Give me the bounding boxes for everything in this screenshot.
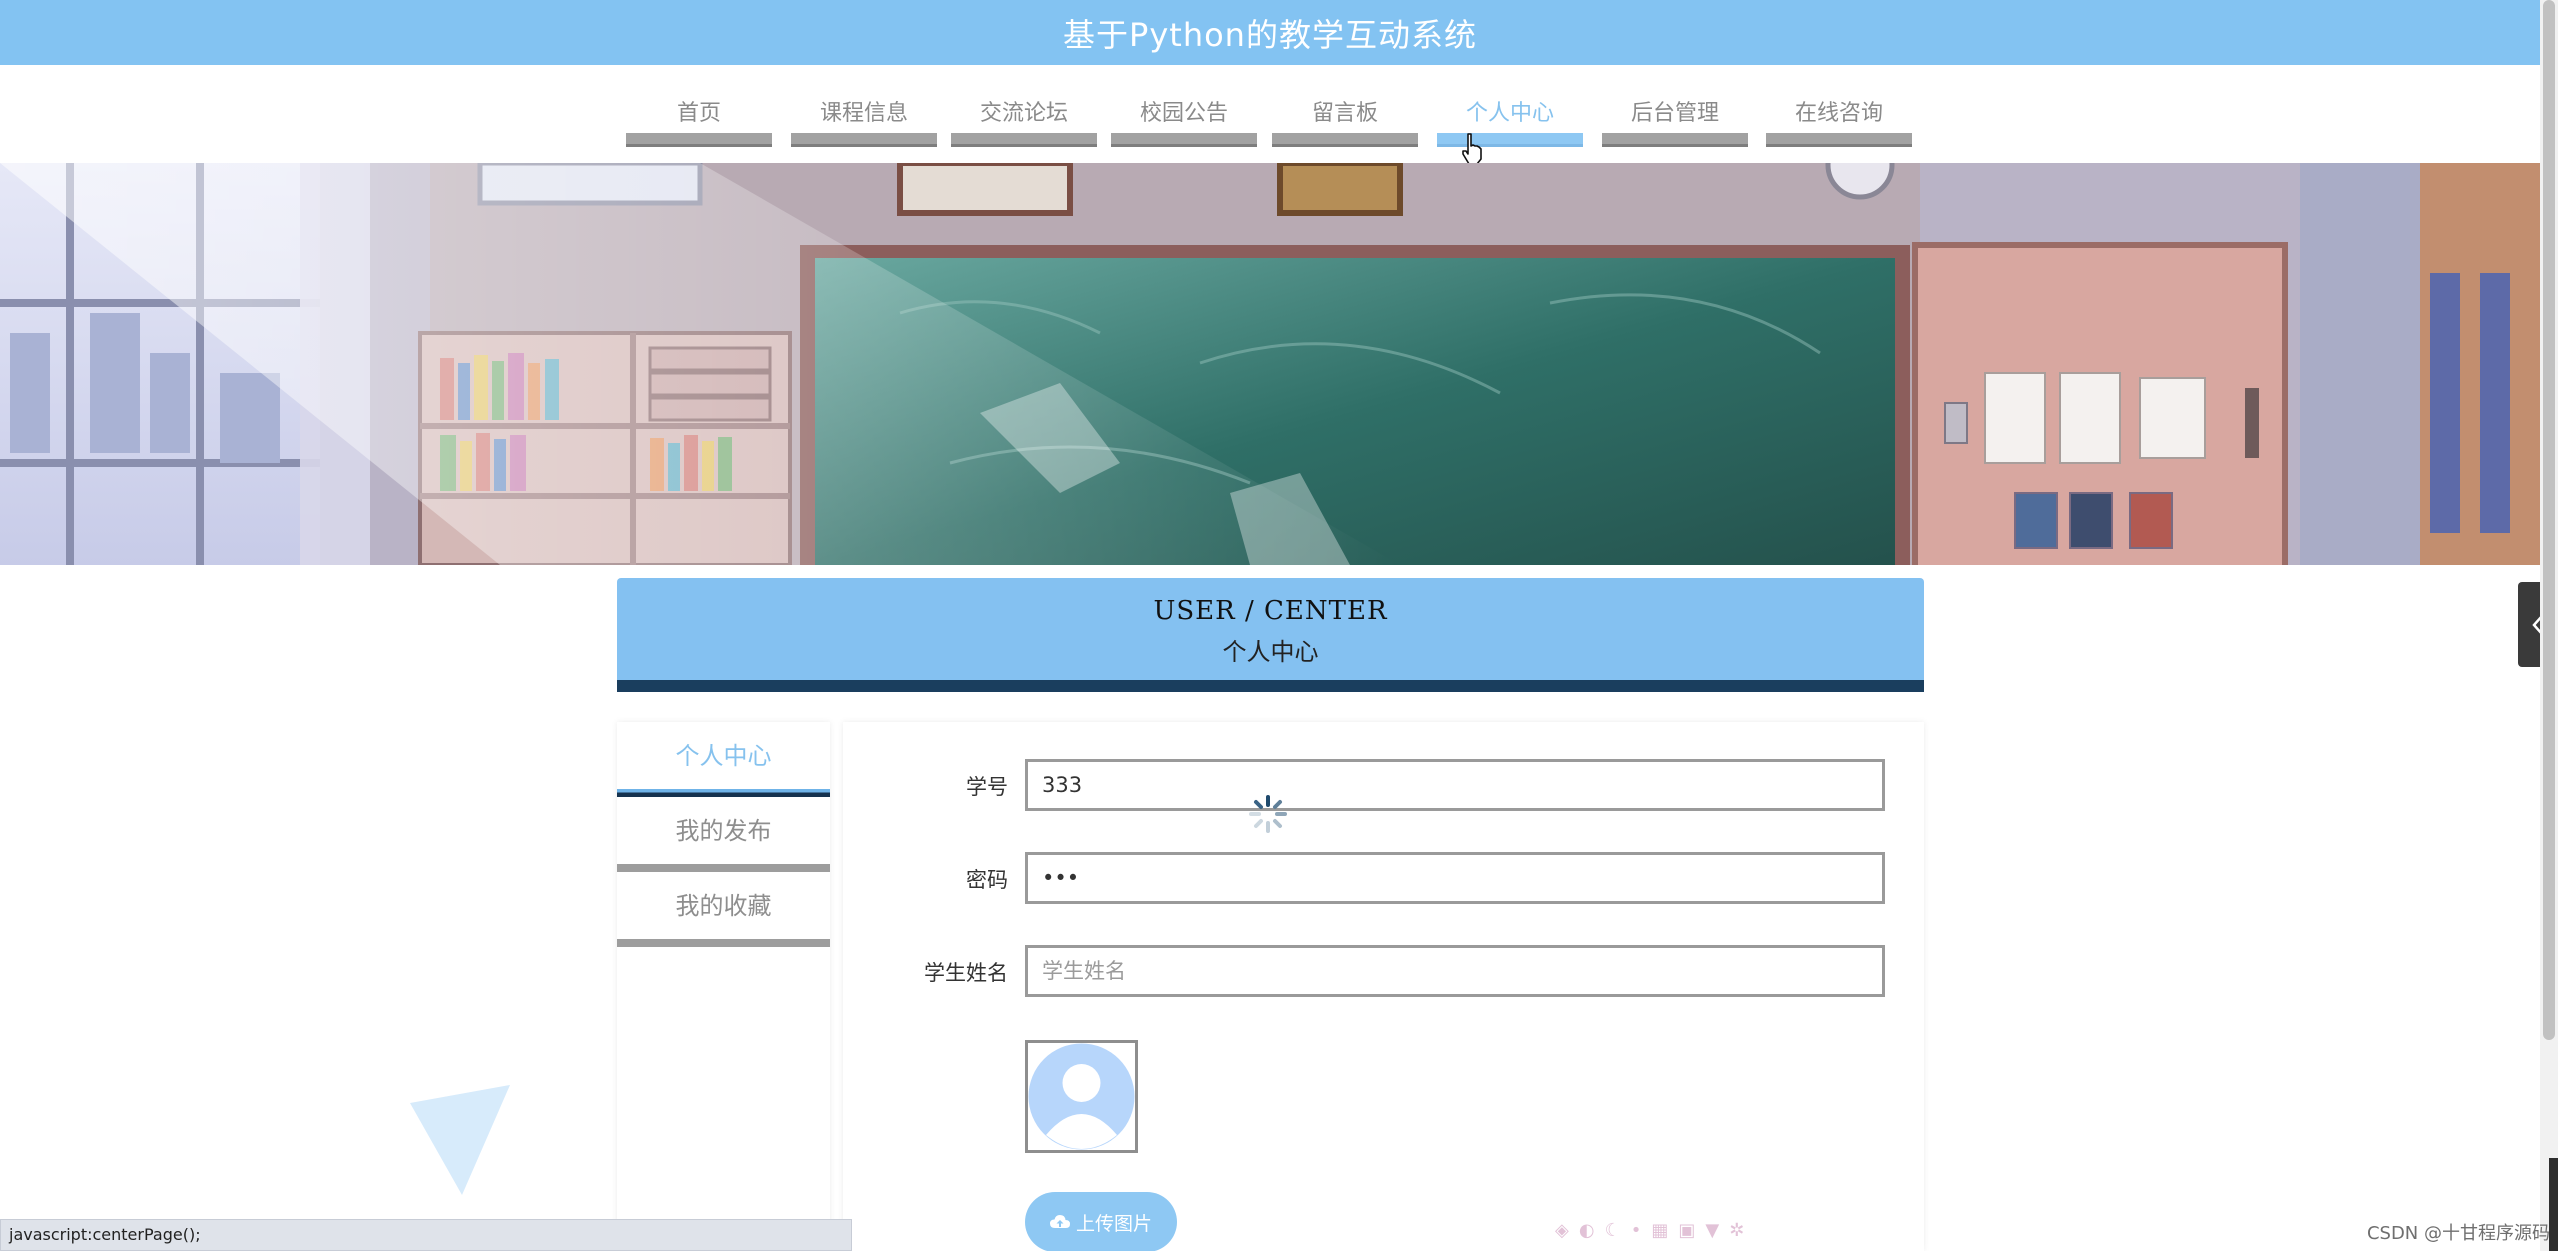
nav-item-courses[interactable]: 课程信息 xyxy=(791,65,937,151)
nav-underline xyxy=(1272,133,1418,147)
nav-underline xyxy=(1602,133,1748,147)
hero-banner xyxy=(0,163,2540,565)
csdn-watermark: CSDN @十甘程序源码 xyxy=(2366,1223,2550,1244)
nav-item-announcements[interactable]: 校园公告 xyxy=(1111,65,1257,151)
form-row-student-name: 学生姓名 xyxy=(843,945,1924,997)
sidebar-item-label: 我的发布 xyxy=(675,817,772,845)
student-name-label: 学生姓名 xyxy=(924,961,1008,985)
user-sidebar: 个人中心 我的发布 我的收藏 xyxy=(617,722,830,1251)
student-id-input[interactable] xyxy=(1025,759,1885,811)
nav-underline xyxy=(951,133,1097,147)
classroom-illustration xyxy=(0,163,2540,565)
upload-image-label: 上传图片 xyxy=(1075,1212,1152,1235)
user-avatar-icon xyxy=(1028,1043,1135,1150)
sidebar-item-label: 我的收藏 xyxy=(675,892,772,920)
nav-label: 课程信息 xyxy=(819,101,908,126)
nav-underline xyxy=(1766,133,1912,147)
nav-label: 留言板 xyxy=(1311,101,1378,126)
nav-underline xyxy=(626,133,772,147)
section-title-en: USER / CENTER xyxy=(1153,596,1388,626)
sidebar-item-user-center[interactable]: 个人中心 xyxy=(617,722,830,797)
decorative-triangle-icon xyxy=(410,1085,510,1195)
page-root: 基于Python的教学互动系统 首页 课程信息 交流论坛 校园公告 留言板 个人… xyxy=(0,0,2558,1251)
main-nav: 首页 课程信息 交流论坛 校园公告 留言板 个人中心 后台管理 在线咨询 xyxy=(0,65,2540,163)
scrollbar-thumb[interactable] xyxy=(2543,0,2555,1040)
ime-gear-icon: ✲ xyxy=(1729,1219,1745,1241)
nav-label: 在线咨询 xyxy=(1794,101,1883,126)
ime-toolbar: ◈ ◐ ☾ • ▦ ▣ ▼ ✲ xyxy=(1555,1215,1835,1245)
nav-underline xyxy=(1437,133,1583,147)
sidebar-item-my-favorites[interactable]: 我的收藏 xyxy=(617,872,830,947)
student-id-label: 学号 xyxy=(966,775,1008,799)
sidebar-item-my-posts[interactable]: 我的发布 xyxy=(617,797,830,872)
hand-cursor-icon xyxy=(1462,133,1482,165)
avatar-preview[interactable] xyxy=(1025,1040,1138,1153)
nav-item-forum[interactable]: 交流论坛 xyxy=(951,65,1097,151)
spinner-icon xyxy=(1249,795,1287,833)
section-header: USER / CENTER 个人中心 xyxy=(617,578,1924,692)
nav-label: 首页 xyxy=(676,101,721,126)
cloud-upload-icon xyxy=(1049,1215,1070,1228)
nav-label: 校园公告 xyxy=(1139,101,1228,126)
nav-item-admin[interactable]: 后台管理 xyxy=(1602,65,1748,151)
form-row-student-id: 学号 xyxy=(843,759,1924,811)
form-row-password: 密码 xyxy=(843,852,1924,904)
nav-underline xyxy=(1111,133,1257,147)
ime-lang-icon: ◐ xyxy=(1578,1219,1595,1241)
page-scrollbar[interactable] xyxy=(2540,0,2558,1251)
nav-item-home[interactable]: 首页 xyxy=(626,65,772,151)
scrollbar-secondary-thumb xyxy=(2549,1158,2558,1251)
password-input[interactable] xyxy=(1025,852,1885,904)
ime-logo-icon: ◈ xyxy=(1555,1219,1569,1241)
profile-form-panel: 学号 密码 学生姓名 上传图片 xyxy=(843,722,1924,1251)
nav-item-message-board[interactable]: 留言板 xyxy=(1272,65,1418,151)
nav-label: 交流论坛 xyxy=(979,101,1068,126)
nav-label: 个人中心 xyxy=(1465,101,1554,126)
ime-moon-icon: ☾ xyxy=(1604,1219,1621,1241)
site-title: 基于Python的教学互动系统 xyxy=(1063,15,1477,54)
site-header: 基于Python的教学互动系统 xyxy=(0,0,2540,65)
student-name-input[interactable] xyxy=(1025,945,1885,997)
sidebar-item-underline xyxy=(617,939,830,947)
ime-skin-icon: ▣ xyxy=(1678,1219,1696,1241)
password-label: 密码 xyxy=(966,868,1008,892)
ime-shirt-icon: ▼ xyxy=(1705,1219,1720,1241)
browser-status-bar: javascript:centerPage(); xyxy=(0,1219,852,1251)
nav-item-user-center[interactable]: 个人中心 xyxy=(1437,65,1583,151)
sidebar-item-underline xyxy=(617,789,830,797)
sidebar-item-label: 个人中心 xyxy=(675,742,772,770)
sidebar-item-underline xyxy=(617,864,830,872)
nav-item-online-consult[interactable]: 在线咨询 xyxy=(1766,65,1912,151)
nav-label: 后台管理 xyxy=(1630,101,1719,126)
section-title-cn: 个人中心 xyxy=(1222,638,1319,666)
ime-punct-icon: • xyxy=(1630,1219,1642,1241)
ime-keyboard-icon: ▦ xyxy=(1651,1219,1669,1241)
nav-underline xyxy=(791,133,937,147)
upload-image-button[interactable]: 上传图片 xyxy=(1025,1192,1177,1251)
